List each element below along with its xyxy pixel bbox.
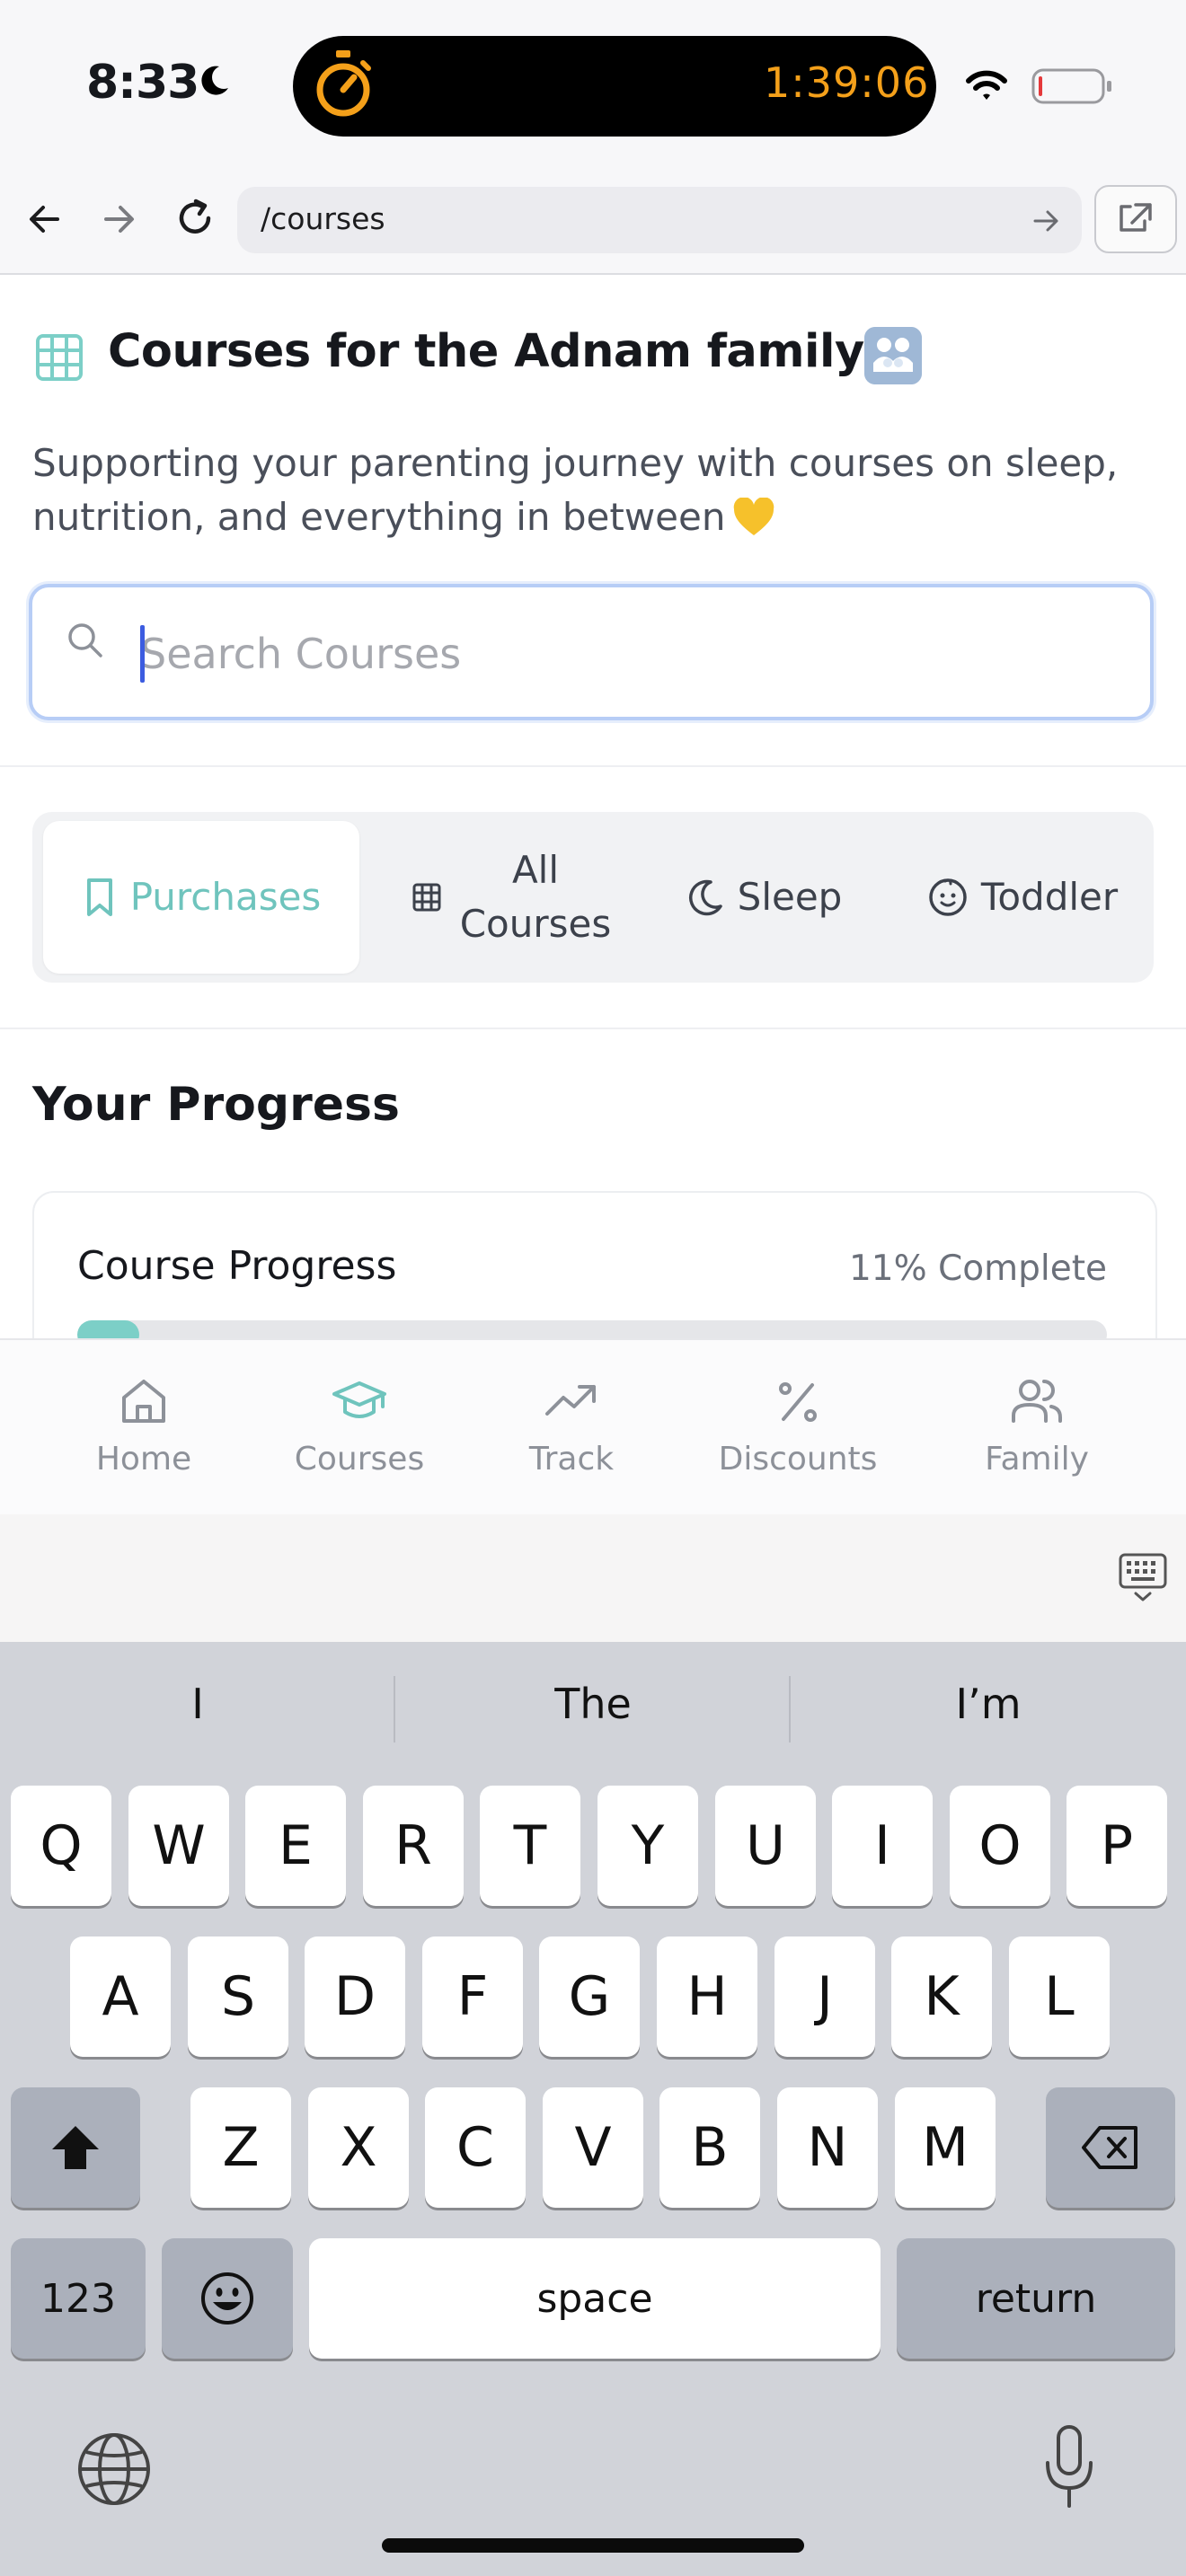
divider [0,1028,1186,1029]
status-time: 8:33 [86,56,199,110]
back-icon[interactable] [25,199,65,239]
page-subtitle: Supporting your parenting journey with c… [32,441,1119,539]
key-m[interactable]: M [895,2087,996,2208]
tab-label: Toddler [980,875,1119,919]
key-q[interactable]: Q [11,1786,111,1906]
battery-icon [1031,68,1111,104]
go-arrow-icon[interactable] [1030,205,1062,237]
page-title: Courses for the Adnam family [108,325,864,378]
key-e[interactable]: E [245,1786,346,1906]
baby-face-icon [929,878,967,916]
timer-readout: 1:39:06 [764,58,930,107]
progress-label: Course Progress [77,1243,397,1289]
tab-sleep[interactable]: Sleep [665,821,863,974]
key-x[interactable]: X [308,2087,409,2208]
tab-purchases[interactable]: Purchases [43,821,359,974]
globe-icon[interactable] [75,2430,153,2508]
open-external-button[interactable] [1094,185,1177,253]
tab-label: Purchases [129,875,322,919]
numbers-key[interactable]: 123 [11,2238,146,2359]
key-f[interactable]: F [422,1936,523,2057]
tab-label: Sleep [737,875,843,919]
key-g[interactable]: G [539,1936,640,2057]
key-k[interactable]: K [891,1936,992,2057]
graduation-cap-icon [332,1381,386,1418]
key-r[interactable]: R [363,1786,464,1906]
hide-keyboard-icon[interactable] [1118,1552,1168,1604]
grid-icon [412,883,441,912]
nav-label: Track [528,1441,615,1478]
backspace-key[interactable] [1046,2087,1175,2208]
search-icon [68,623,102,657]
nav-discounts[interactable]: Discounts [699,1374,897,1478]
key-j[interactable]: J [774,1936,875,2057]
nav-courses[interactable]: Courses [261,1374,458,1478]
shift-icon [52,2126,99,2169]
nav-label: Courses [294,1441,425,1478]
key-p[interactable]: P [1067,1786,1167,1906]
return-key[interactable]: return [897,2238,1175,2359]
key-b[interactable]: B [659,2087,760,2208]
home-icon [122,1380,165,1423]
space-key[interactable]: space [309,2238,881,2359]
percent-icon [779,1382,817,1422]
yellow-heart-icon [734,498,774,535]
key-w[interactable]: W [128,1786,229,1906]
key-y[interactable]: Y [597,1786,698,1906]
search-input[interactable] [140,622,1111,686]
suggestion[interactable]: I’m [791,1680,1186,1728]
nav-family[interactable]: Family [938,1374,1136,1478]
keyboard-accessory-bar [0,1514,1186,1642]
emoji-icon [201,2272,253,2325]
key-s[interactable]: S [188,1936,288,2057]
nav-home[interactable]: Home [45,1374,243,1478]
external-link-icon [1120,203,1152,232]
key-l[interactable]: L [1009,1936,1110,2057]
nav-track[interactable]: Track [473,1374,670,1478]
key-i[interactable]: I [832,1786,933,1906]
bookmark-icon [86,878,112,916]
family-emoji-icon [864,327,922,384]
nav-label: Discounts [718,1441,878,1478]
progress-heading: Your Progress [32,1078,400,1132]
stopwatch-icon [316,50,371,117]
tab-all-courses[interactable]: All Courses [388,821,640,974]
moon-icon [688,879,722,916]
divider [0,765,1186,767]
key-v[interactable]: V [543,2087,643,2208]
grid-icon [36,334,83,381]
shift-key[interactable] [11,2087,140,2208]
url-text[interactable]: /courses [261,201,385,236]
nav-label: Home [95,1441,192,1478]
tab-toddler[interactable]: Toddler [906,821,1139,974]
key-c[interactable]: C [425,2087,526,2208]
forward-icon[interactable] [99,199,138,239]
trending-up-icon [545,1385,596,1416]
text-caret [140,625,145,683]
tab-label: All Courses [459,848,612,946]
key-o[interactable]: O [950,1786,1050,1906]
delete-icon [1082,2126,1137,2169]
home-indicator [382,2538,804,2553]
key-u[interactable]: U [715,1786,816,1906]
key-a[interactable]: A [70,1936,171,2057]
suggestion[interactable]: I [0,1680,395,1728]
wifi-icon [966,70,1007,100]
emoji-key[interactable] [162,2238,293,2359]
progress-percent-text: 11% Complete [848,1248,1107,1289]
key-n[interactable]: N [777,2087,878,2208]
key-d[interactable]: D [305,1936,405,2057]
nav-label: Family [985,1441,1089,1478]
key-t[interactable]: T [480,1786,580,1906]
reload-icon[interactable] [173,196,217,241]
key-h[interactable]: H [657,1936,757,2057]
suggestion[interactable]: The [395,1680,791,1728]
key-z[interactable]: Z [190,2087,291,2208]
users-icon [1012,1380,1062,1423]
microphone-icon[interactable] [1040,2423,1098,2511]
focus-moon-icon [201,66,228,95]
